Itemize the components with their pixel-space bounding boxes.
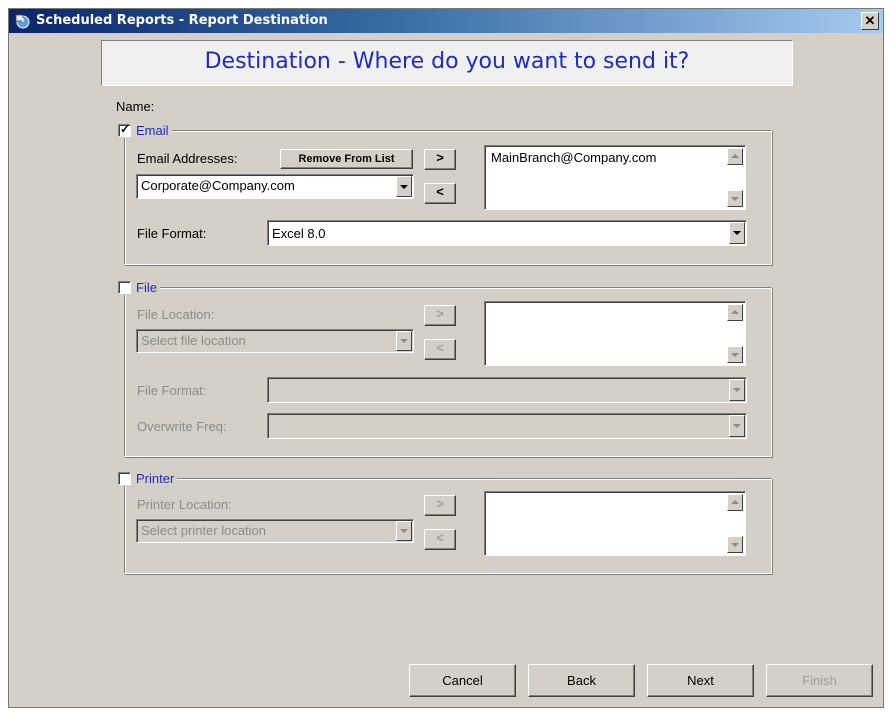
title-bar: Scheduled Reports - Report Destination ✕ bbox=[9, 9, 883, 33]
remove-email-button[interactable]: < bbox=[424, 183, 456, 204]
page-title: Destination - Where do you want to send … bbox=[204, 49, 690, 74]
dropdown-arrow-icon[interactable] bbox=[729, 415, 745, 437]
overwrite-freq-combo[interactable] bbox=[267, 413, 747, 439]
email-legend: ✓ Email bbox=[116, 122, 172, 138]
file-legend: File bbox=[116, 280, 160, 295]
dropdown-arrow-icon[interactable] bbox=[396, 521, 412, 541]
dropdown-arrow-icon[interactable] bbox=[396, 176, 412, 197]
file-checkbox[interactable] bbox=[118, 281, 131, 294]
email-checkbox[interactable]: ✓ bbox=[118, 122, 131, 137]
dropdown-arrow-icon[interactable] bbox=[729, 222, 745, 244]
overwrite-freq-label: Overwrite Freq: bbox=[137, 419, 227, 434]
scroll-up-icon[interactable] bbox=[727, 304, 743, 321]
email-legend-label: Email bbox=[136, 123, 169, 138]
file-legend-label: File bbox=[136, 280, 157, 295]
remove-printer-button[interactable]: < bbox=[424, 529, 456, 550]
printer-legend: Printer bbox=[116, 471, 178, 486]
finish-button[interactable]: Finish bbox=[766, 664, 873, 697]
remove-from-list-button[interactable]: Remove From List bbox=[280, 149, 413, 169]
add-email-button[interactable]: > bbox=[424, 149, 456, 170]
scheduled-reports-icon bbox=[15, 14, 30, 29]
list-item[interactable]: MainBranch@Company.com bbox=[491, 150, 656, 165]
email-file-format-combo[interactable]: Excel 8.0 bbox=[267, 220, 747, 246]
file-location-value: Select file location bbox=[141, 333, 246, 348]
remove-file-button[interactable]: < bbox=[424, 339, 456, 360]
window-title: Scheduled Reports - Report Destination bbox=[36, 13, 328, 28]
add-printer-button[interactable]: > bbox=[424, 495, 456, 516]
printer-location-label: Printer Location: bbox=[137, 497, 232, 512]
scroll-up-icon[interactable] bbox=[727, 148, 743, 165]
check-icon: ✓ bbox=[120, 122, 131, 136]
printer-location-combo[interactable]: Select printer location bbox=[136, 519, 414, 543]
dropdown-arrow-icon[interactable] bbox=[396, 331, 412, 351]
file-format-combo[interactable] bbox=[267, 377, 747, 403]
back-button[interactable]: Back bbox=[528, 664, 635, 697]
email-addresses-label: Email Addresses: bbox=[137, 151, 238, 166]
printer-legend-label: Printer bbox=[136, 471, 175, 486]
close-icon[interactable]: ✕ bbox=[861, 12, 879, 30]
scroll-down-icon[interactable] bbox=[727, 346, 743, 363]
scroll-down-icon[interactable] bbox=[727, 536, 743, 553]
next-button[interactable]: Next bbox=[647, 664, 754, 697]
name-label: Name: bbox=[116, 99, 155, 114]
printer-location-list[interactable] bbox=[484, 491, 746, 556]
email-address-value: Corporate@Company.com bbox=[141, 178, 295, 193]
printer-checkbox[interactable] bbox=[118, 472, 131, 485]
report-destination-window: Scheduled Reports - Report Destination ✕… bbox=[8, 8, 884, 708]
add-file-button[interactable]: > bbox=[424, 305, 456, 326]
email-file-format-value: Excel 8.0 bbox=[272, 226, 326, 241]
scroll-up-icon[interactable] bbox=[727, 494, 743, 511]
printer-location-value: Select printer location bbox=[141, 523, 267, 538]
cancel-button[interactable]: Cancel bbox=[409, 664, 516, 697]
file-location-combo[interactable]: Select file location bbox=[136, 329, 414, 353]
scroll-down-icon[interactable] bbox=[727, 190, 743, 207]
email-address-list[interactable]: MainBranch@Company.com bbox=[484, 145, 746, 210]
email-address-combo[interactable]: Corporate@Company.com bbox=[136, 174, 414, 199]
file-location-label: File Location: bbox=[137, 307, 215, 322]
dropdown-arrow-icon[interactable] bbox=[729, 379, 745, 401]
file-format-label: File Format: bbox=[137, 383, 207, 398]
header-panel: Destination - Where do you want to send … bbox=[101, 40, 793, 86]
file-location-list[interactable] bbox=[484, 301, 746, 366]
email-file-format-label: File Format: bbox=[137, 226, 207, 241]
